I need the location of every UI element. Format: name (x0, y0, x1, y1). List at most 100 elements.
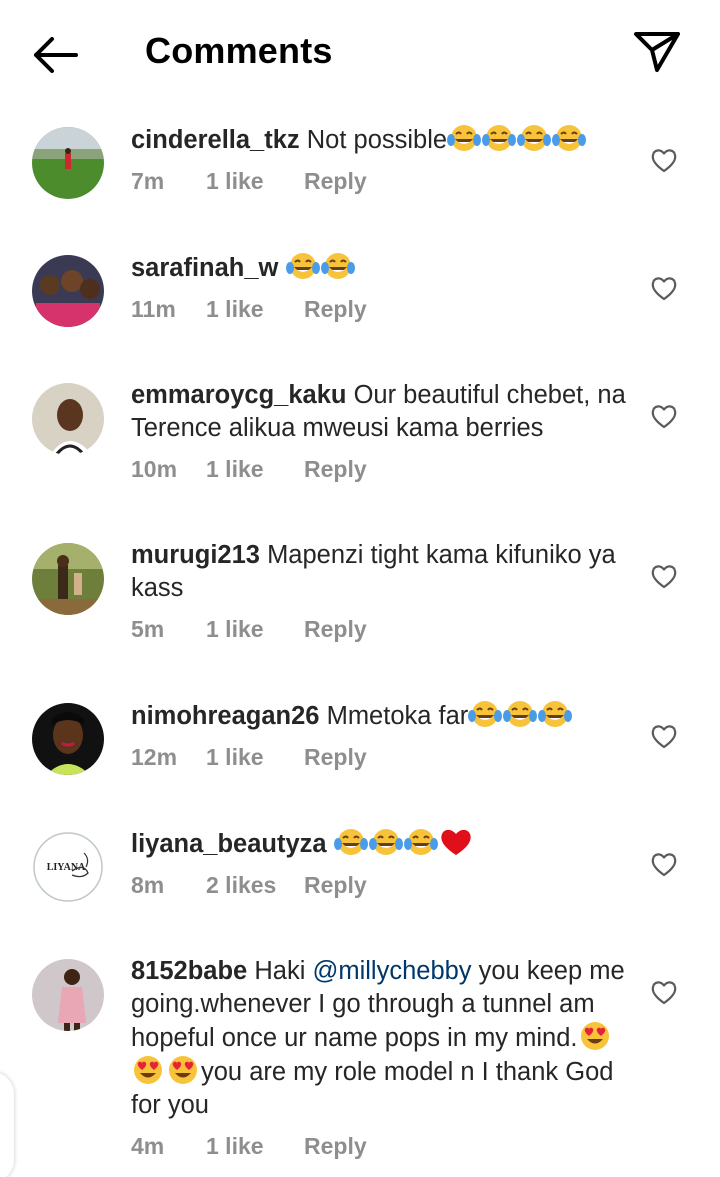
avatar[interactable] (32, 959, 104, 1031)
comment-username[interactable]: sarafinah_w (131, 254, 278, 282)
avatar[interactable] (32, 383, 104, 455)
reply-button[interactable]: Reply (304, 616, 367, 643)
share-button[interactable] (630, 26, 684, 76)
reply-button[interactable]: Reply (304, 296, 367, 323)
reply-button[interactable]: Reply (304, 744, 367, 771)
tears-of-joy-emoji (285, 253, 320, 279)
comment-text: cinderella_tkz Not possible (131, 123, 631, 157)
avatar-image (32, 959, 104, 1031)
comment-likes-count[interactable]: 1 like (206, 744, 304, 771)
comment-likes-count[interactable]: 1 like (206, 168, 304, 195)
tears-of-joy-emoji (403, 829, 438, 855)
avatar[interactable] (32, 255, 104, 327)
comment-body: murugi213 Mapenzi tight kama kifuniko ya… (131, 539, 631, 643)
comment-username[interactable]: murugi213 (131, 541, 260, 569)
comment-body: sarafinah_w 11m 1 like Reply (131, 251, 631, 323)
heart-outline-icon (651, 725, 677, 749)
like-button[interactable] (650, 563, 678, 589)
reply-button[interactable]: Reply (304, 168, 367, 195)
comment-text: emmaroycg_kaku Our beautiful chebet, na … (131, 379, 631, 445)
avatar-image: LIYANA (32, 831, 104, 903)
comment-text: 8152babe Haki @millychebby you keep me g… (131, 955, 631, 1122)
comment-time: 12m (131, 744, 178, 770)
tears-of-joy-emoji (320, 253, 355, 279)
edge-floating-bubble[interactable] (0, 1072, 14, 1177)
comment-time: 4m (131, 1133, 165, 1159)
comment-time: 11m (131, 296, 176, 322)
avatar-image (32, 383, 104, 455)
comment-likes-count[interactable]: 2 likes (206, 872, 304, 899)
comment-likes-count[interactable]: 1 like (206, 1133, 304, 1160)
comment-username[interactable]: cinderella_tkz (131, 126, 300, 154)
reply-button[interactable]: Reply (304, 456, 367, 483)
reply-button[interactable]: Reply (304, 1133, 367, 1160)
like-button[interactable] (650, 851, 678, 877)
heart-eyes-emoji (134, 1056, 162, 1084)
comment-message: Not possible (306, 126, 448, 154)
comment-username[interactable]: emmaroycg_kaku (131, 381, 346, 409)
comment-username[interactable]: nimohreagan26 (131, 702, 319, 730)
comment-meta: 5m 1 like Reply (131, 616, 631, 643)
reply-button[interactable]: Reply (304, 872, 367, 899)
tears-of-joy-emoji (538, 701, 573, 727)
tears-of-joy-emoji (503, 701, 538, 727)
avatar-image (32, 543, 104, 615)
heart-outline-icon (651, 853, 677, 877)
comment-message-tail: you are my role model n I thank God for … (131, 1058, 614, 1119)
comment-body: emmaroycg_kaku Our beautiful chebet, na … (131, 379, 631, 483)
comment-body: nimohreagan26 Mmetoka far 12m 1 like Reply (131, 699, 631, 771)
comment-likes-count[interactable]: 1 like (206, 456, 304, 483)
comment-likes-count[interactable]: 1 like (206, 616, 304, 643)
like-button[interactable] (650, 275, 678, 301)
comment-body: liyana_beautyza 8m 2 likes Reply (131, 827, 631, 899)
tears-of-joy-emoji (468, 701, 503, 727)
avatar-image (32, 255, 104, 327)
heart-outline-icon (651, 405, 677, 429)
comment-time: 10m (131, 456, 178, 482)
comment-message: Mmetoka far (326, 702, 469, 730)
comment-body: 8152babe Haki @millychebby you keep me g… (131, 955, 631, 1160)
tears-of-joy-emoji (482, 125, 517, 151)
like-button[interactable] (650, 147, 678, 173)
like-button[interactable] (650, 979, 678, 1005)
heart-outline-icon (651, 149, 677, 173)
paper-plane-icon (634, 32, 680, 72)
arrow-left-icon (34, 37, 78, 73)
heart-eyes-emoji (580, 1022, 609, 1050)
comment-meta: 10m 1 like Reply (131, 456, 631, 483)
comment-meta: 11m 1 like Reply (131, 296, 631, 323)
heart-outline-icon (651, 565, 677, 589)
avatar[interactable] (32, 127, 104, 199)
comment-likes-count[interactable]: 1 like (206, 296, 304, 323)
comment-text: murugi213 Mapenzi tight kama kifuniko ya… (131, 539, 631, 605)
comment-message: Haki (254, 957, 313, 985)
header-bar: Comments (0, 0, 720, 105)
comment-time: 8m (131, 872, 165, 898)
comment-time: 7m (131, 168, 165, 194)
avatar[interactable]: LIYANA (32, 831, 104, 903)
avatar[interactable] (32, 543, 104, 615)
comment-meta: 7m 1 like Reply (131, 168, 631, 195)
back-button[interactable] (28, 30, 84, 80)
comment-meta: 12m 1 like Reply (131, 744, 631, 771)
heart-eyes-emoji (169, 1056, 197, 1084)
comment-username[interactable]: 8152babe (131, 957, 247, 985)
mention-link[interactable]: @millychebby (312, 957, 471, 985)
like-button[interactable] (650, 403, 678, 429)
page-title: Comments (145, 30, 333, 71)
heart-outline-icon (651, 277, 677, 301)
tears-of-joy-emoji (517, 125, 552, 151)
like-button[interactable] (650, 723, 678, 749)
comment-time: 5m (131, 616, 165, 642)
comment-username[interactable]: liyana_beautyza (131, 830, 327, 858)
comment-text: liyana_beautyza (131, 827, 631, 861)
tears-of-joy-emoji (447, 125, 482, 151)
tears-of-joy-emoji (552, 125, 587, 151)
comment-meta: 8m 2 likes Reply (131, 872, 631, 899)
heart-outline-icon (651, 981, 677, 1005)
comment-text: sarafinah_w (131, 251, 631, 285)
red-heart-emoji (441, 829, 471, 855)
avatar[interactable] (32, 703, 104, 775)
avatar-image (32, 703, 104, 775)
comment-meta: 4m 1 like Reply (131, 1133, 631, 1160)
